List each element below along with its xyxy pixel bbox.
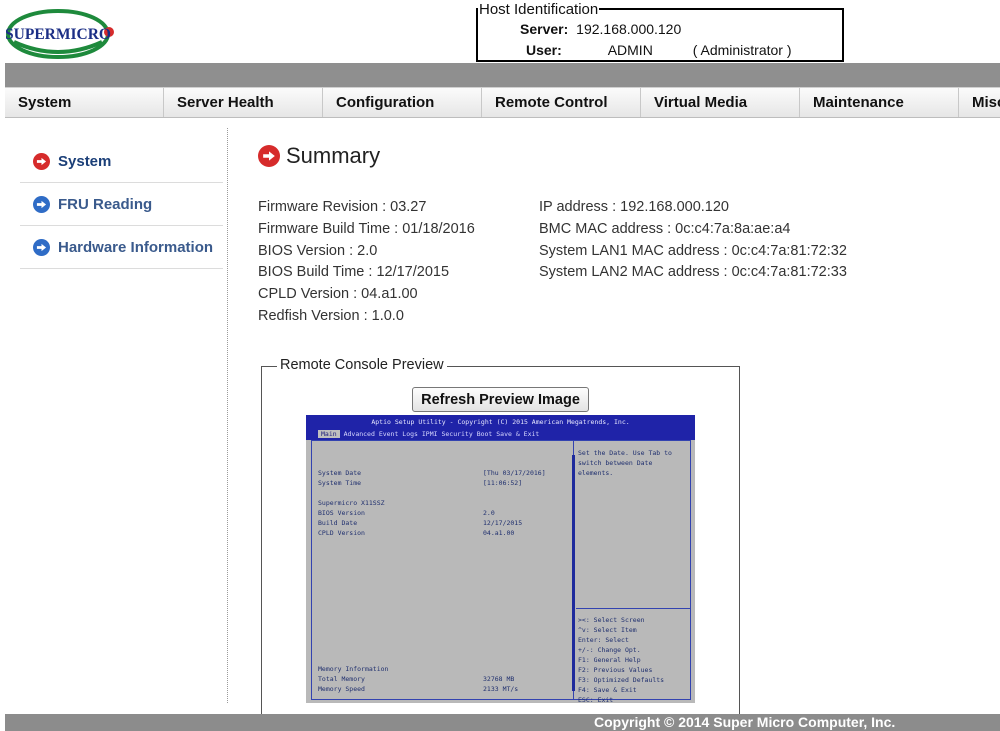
sidebar: System FRU Reading Hardware Information [20,140,223,269]
bios-line: System Date [Thu 03/17/2016] [318,469,546,477]
bios-scrollbar [572,455,575,691]
main-nav: System Server Health Configuration Remot… [5,87,1000,118]
bios-tab-main: Main [318,430,340,438]
top-gray-bar [5,63,1000,87]
bios-tab-bar: Main Advanced Event Logs IPMI Security B… [306,429,695,440]
bios-help-line: Set the Date. Use Tab to [578,449,672,457]
nav-virtual-media[interactable]: Virtual Media [641,88,800,117]
ip-address: IP address : 192.168.000.120 [539,199,729,215]
bios-key-line: ESC: Exit [578,696,614,703]
sidebar-item-hardware-information[interactable]: Hardware Information [20,226,223,269]
sidebar-item-label: Hardware Information [58,238,214,256]
bios-key-line: F1: General Help [578,656,641,664]
bios-help-line: switch between Date [578,459,653,467]
bios-tab-boot: Boot [476,430,493,438]
arrow-right-circle-icon [33,195,50,213]
remote-console-preview-legend: Remote Console Preview [277,357,447,373]
bios-line: Memory Speed 2133 MT/s [318,685,519,693]
arrow-right-circle-icon [33,152,50,170]
bios-line: Total Memory 32768 MB [318,675,515,683]
bios-key-line: +/-: Change Opt. [578,646,641,654]
redfish-version: Redfish Version : 1.0.0 [258,307,404,324]
nav-misc[interactable]: Misc [959,88,1000,117]
bios-settings-list: System Date [Thu 03/17/2016] System Time[… [318,468,546,538]
supermicro-logo: SUPERMICRO [5,8,118,60]
bios-tab-ipmi: IPMI [421,430,438,438]
sidebar-item-fru-reading[interactable]: FRU Reading [20,183,223,226]
bios-line: System Time [11:06:52] [318,479,523,487]
sidebar-item-label: FRU Reading [58,195,153,213]
bios-help-separator [576,608,690,609]
bios-line [318,488,546,498]
bios-key-legend: ><: Select Screen ^v: Select Item Enter:… [578,615,664,703]
bmc-mac-address: BMC MAC address : 0c:c4:7a:8a:ae:a4 [539,220,791,237]
bios-key-line: ><: Select Screen [578,616,645,624]
host-user-row: User: ADMIN ( Administrator ) [526,42,792,58]
server-value: 192.168.000.120 [576,21,682,37]
bios-build-time: BIOS Build Time : 12/17/2015 [258,264,450,281]
nav-system[interactable]: System [5,88,164,117]
bios-key-line: F3: Optimized Defaults [578,676,665,684]
server-label: Server: [520,21,569,37]
host-server-row: Server: 192.168.000.120 [520,21,681,37]
bios-line: CPLD Version 04.a1.00 [318,529,515,537]
footer: Copyright © 2014 Super Micro Computer, I… [5,714,1000,731]
page-title-text: Summary [286,143,381,168]
nav-server-health[interactable]: Server Health [164,88,323,117]
arrow-right-circle-icon [33,238,50,256]
sidebar-item-system[interactable]: System [20,140,223,183]
bios-help-line: elements. [578,469,614,477]
host-identification-legend: Host Identification [478,1,600,18]
summary-left-column: Firmware Revision : 03.27 Firmware Build… [258,197,475,328]
nav-remote-control[interactable]: Remote Control [482,88,641,117]
lan1-mac-address: System LAN1 MAC address : 0c:c4:7a:81:72… [539,242,847,259]
sidebar-item-label: System [58,152,112,170]
bios-tab-security: Security [441,430,473,438]
arrow-right-circle-icon [258,145,280,167]
bios-line: BIOS Version 2.0 [318,509,495,517]
refresh-preview-button[interactable]: Refresh Preview Image [412,387,589,412]
bios-line: Supermicro X11SSZ [318,499,385,507]
bios-help-text: Set the Date. Use Tab to switch between … [578,448,672,478]
bios-key-line: F4: Save & Exit [578,686,637,694]
sidebar-divider [227,128,228,703]
bios-tab-advanced: Advanced [343,430,375,438]
bios-line: Build Date 12/17/2015 [318,519,523,527]
user-value: ADMIN [607,42,653,58]
nav-maintenance[interactable]: Maintenance [800,88,959,117]
user-label: User: [526,42,562,58]
firmware-build-time: Firmware Build Time : 01/18/2016 [258,220,475,237]
bios-memory-info: Memory Information Total Memory 32768 MB … [318,664,518,694]
bios-line: Memory Information [318,665,389,673]
bios-tab-save-exit: Save & Exit [496,430,540,438]
copyright-text: Copyright © 2014 Super Micro Computer, I… [594,714,896,730]
user-role: ( Administrator ) [692,42,792,58]
logo-text: SUPERMICRO [6,26,111,43]
console-preview-image[interactable]: Aptio Setup Utility - Copyright (C) 2015… [306,415,695,703]
firmware-revision: Firmware Revision : 03.27 [258,199,427,215]
summary-right-column: IP address : 192.168.000.120 BMC MAC add… [539,197,847,284]
bios-key-line: ^v: Select Item [578,626,637,634]
page-title: Summary [258,143,380,169]
bios-key-line: F2: Previous Values [578,666,653,674]
cpld-version: CPLD Version : 04.a1.00 [258,286,418,303]
bios-key-line: Enter: Select [578,636,629,644]
bios-version: BIOS Version : 2.0 [258,242,378,259]
lan2-mac-address: System LAN2 MAC address : 0c:c4:7a:81:72… [539,264,847,281]
bios-tab-event-logs: Event Logs [378,430,418,438]
bios-title-bar: Aptio Setup Utility - Copyright (C) 2015… [306,415,695,429]
nav-configuration[interactable]: Configuration [323,88,482,117]
